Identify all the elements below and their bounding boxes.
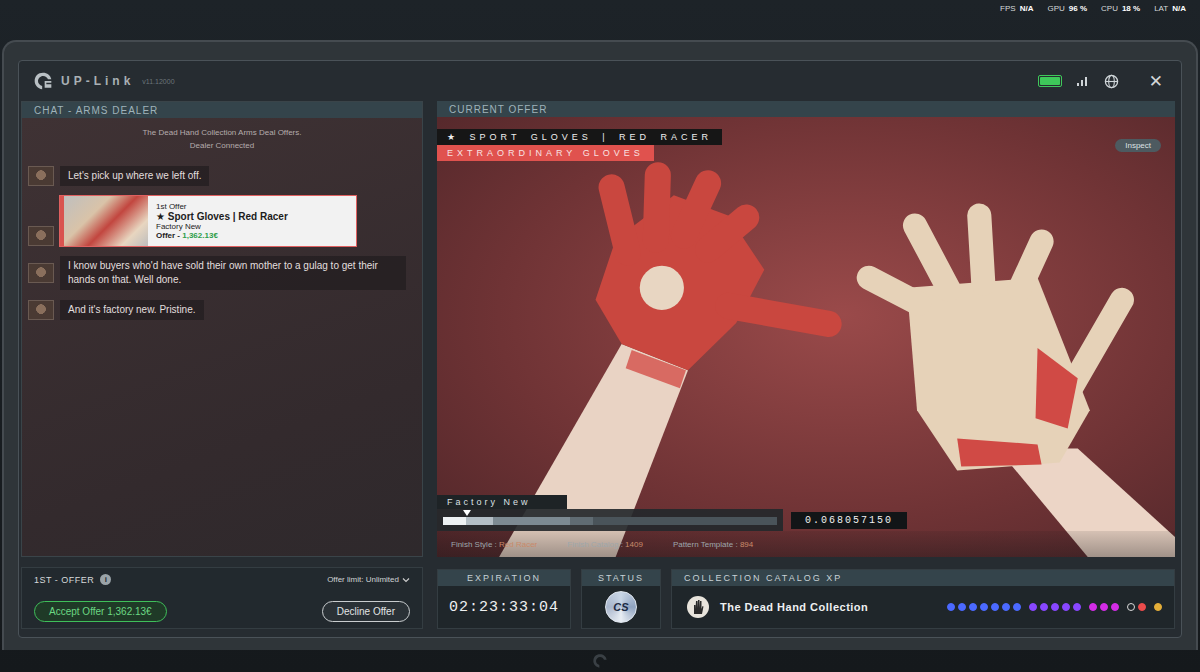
tablet-screen: UP-Link v11.12000 ✕ CHAT - ARMS DEALER The D… [18, 60, 1182, 638]
status-label: STATUS [582, 570, 660, 586]
cs-logo-icon [33, 71, 53, 91]
accept-offer-button[interactable]: Accept Offer 1,362.13€ [34, 601, 167, 622]
battery-icon [1038, 75, 1062, 87]
collection-label: COLLECTION CATALOG XP [672, 570, 1174, 586]
info-icon[interactable]: i [100, 574, 111, 585]
collection-dot [980, 603, 988, 611]
game-screen: FPSN/A GPU96 % CPU18 % LATN/A UP-Link v11.120… [0, 0, 1200, 672]
collection-dot [1127, 603, 1135, 611]
current-offer-panel: CURRENT OFFER★ SPORT GLOVES | RED RACERE… [437, 101, 1175, 557]
dead-hand-icon [686, 595, 710, 619]
dealer-avatar-icon [28, 166, 54, 186]
offer-number: 1ST - OFFER [34, 575, 94, 585]
status-badge: CS [605, 591, 637, 623]
offer-wear: Factory New [156, 222, 288, 231]
collection-dot [1013, 603, 1021, 611]
globe-icon[interactable] [1104, 74, 1119, 89]
chat-panel-title: CHAT - ARMS DEALER [22, 102, 422, 118]
app-title: UP-Link [61, 74, 134, 88]
wear-label: Factory New [437, 495, 567, 509]
float-value: 0.068057150 [791, 512, 907, 529]
collection-dot [1138, 603, 1146, 611]
wear-section: Factory New 0.068057150 Finish Style : Red… [437, 495, 1175, 557]
offer-limit-dropdown[interactable]: Offer limit: Unlimited [327, 575, 410, 584]
collection-box: COLLECTION CATALOG XP The Dead Hand Colle… [671, 569, 1175, 629]
collection-dot [969, 603, 977, 611]
collection-dot [1040, 603, 1048, 611]
collection-dot [1111, 603, 1119, 611]
chat-column: CHAT - ARMS DEALER The Dead Hand Collecti… [21, 101, 423, 629]
item-preview: ★ SPORT GLOVES | RED RACEREXTRAORDINARY … [437, 117, 1175, 557]
item-name: ★ SPORT GLOVES | RED RACER [437, 129, 722, 145]
app-version: v11.12000 [142, 78, 174, 85]
collection-dot [1100, 603, 1108, 611]
collection-dot [1154, 603, 1162, 611]
finish-detail: Finish Style : Red Racer [451, 540, 537, 549]
collection-progress [947, 603, 1162, 611]
message-text: Let's pick up where we left off. [60, 166, 209, 186]
finish-detail: Finish Catalog : 1409 [567, 540, 643, 549]
close-button[interactable]: ✕ [1145, 69, 1167, 93]
collection-dot [1029, 603, 1037, 611]
offer-card[interactable]: 1st Offer★ Sport Gloves | Red RacerFacto… [60, 196, 356, 246]
dealer-avatar-icon [28, 263, 54, 283]
expiration-box: EXPIRATION 02:23:33:04 [437, 569, 571, 629]
chat-notice: The Dead Hand Collection Arms Deal Offer… [28, 126, 416, 139]
performance-hud: FPSN/A GPU96 % CPU18 % LATN/A [0, 0, 1200, 40]
dealer-avatar-icon [28, 300, 54, 320]
offer-action-bar: 1ST - OFFER i Offer limit: Unlimited Accep… [21, 567, 423, 629]
cs-logo-icon [592, 653, 608, 669]
collection-dot [1062, 603, 1070, 611]
glove-thumbnail [64, 196, 148, 246]
collection-dot [958, 603, 966, 611]
signal-icon [1076, 75, 1090, 87]
inspect-button[interactable]: Inspect [1115, 139, 1161, 152]
hud-stat: FPSN/A [1000, 4, 1033, 13]
collection-dot [947, 603, 955, 611]
collection-dot [1073, 603, 1081, 611]
dealer-avatar-icon [28, 226, 54, 246]
expiration-label: EXPIRATION [438, 570, 570, 586]
message-text: And it's factory new. Pristine. [60, 300, 204, 320]
wear-bar [443, 517, 777, 525]
hud-stat: LATN/A [1154, 4, 1186, 13]
chat-message: Let's pick up where we left off. [28, 166, 416, 186]
hud-stat: GPU96 % [1047, 4, 1087, 13]
offer-column: CURRENT OFFER★ SPORT GLOVES | RED RACERE… [437, 101, 1175, 629]
status-box: STATUS CS [581, 569, 661, 629]
chevron-down-icon [402, 577, 410, 583]
wear-marker-icon [463, 510, 471, 516]
current-offer-title: CURRENT OFFER [437, 101, 1175, 117]
chat-notice: Dealer Connected [28, 139, 416, 152]
hud-stat: CPU18 % [1101, 4, 1140, 13]
chat-offer-message: 1st Offer★ Sport Gloves | Red RacerFacto… [28, 196, 416, 246]
collection-dot [1002, 603, 1010, 611]
finish-detail: Pattern Template : 894 [673, 540, 753, 549]
collection-dot [991, 603, 999, 611]
tablet-base [0, 650, 1200, 672]
message-text: I know buyers who'd have sold their own … [60, 256, 406, 290]
offer-label: 1st Offer [156, 202, 288, 211]
gloves-render-icon [437, 117, 1175, 557]
chat-message: I know buyers who'd have sold their own … [28, 256, 416, 290]
decline-offer-button[interactable]: Decline Offer [322, 601, 410, 622]
app-header: UP-Link v11.12000 ✕ [19, 61, 1181, 101]
finish-details: Finish Style : Red Racer Finish Catalog :… [437, 531, 1175, 557]
offer-price: Offer - 1,362.13€ [156, 231, 288, 240]
chat-message: And it's factory new. Pristine. [28, 300, 416, 320]
item-rarity: EXTRAORDINARY GLOVES [437, 145, 654, 161]
collection-dot [1051, 603, 1059, 611]
collection-name: The Dead Hand Collection [720, 601, 868, 613]
uplink-tablet: UP-Link v11.12000 ✕ CHAT - ARMS DEALER The D… [2, 40, 1198, 650]
offer-item-name: ★ Sport Gloves | Red Racer [156, 211, 288, 222]
expiration-timer: 02:23:33:04 [449, 599, 559, 616]
chat-log: The Dead Hand Collection Arms Deal Offer… [22, 118, 422, 556]
collection-dot [1089, 603, 1097, 611]
chat-panel: CHAT - ARMS DEALER The Dead Hand Collecti… [21, 101, 423, 557]
